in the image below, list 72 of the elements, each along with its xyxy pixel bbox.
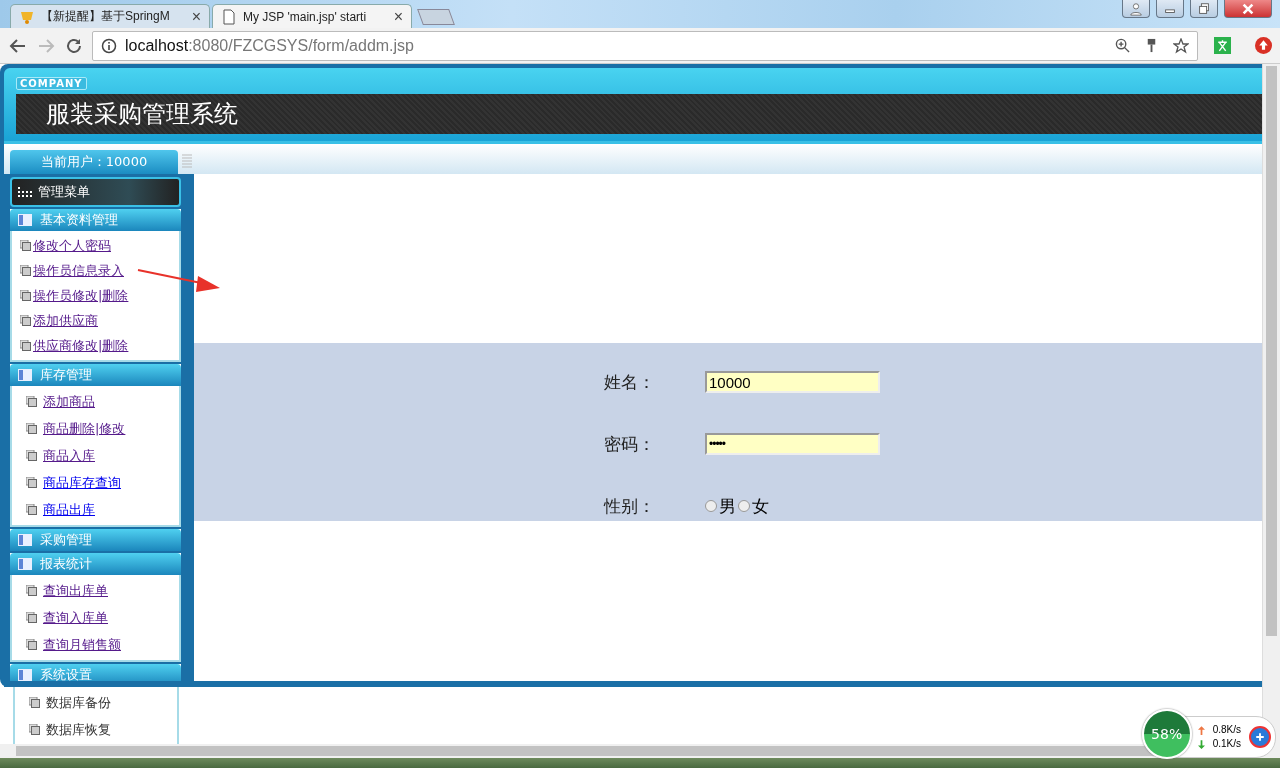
menu-link[interactable]: 查询入库单 [43, 608, 108, 627]
menu-link[interactable]: 商品入库 [43, 446, 95, 465]
menu-link[interactable]: 修改个人密码 [33, 236, 111, 255]
menu-link[interactable]: 商品出库 [43, 500, 95, 519]
menu-link[interactable]: 商品删除|修改 [43, 419, 126, 438]
tab-title: 【新提醒】基于SpringM [41, 8, 171, 25]
menu-link[interactable]: 操作员修改|删除 [33, 286, 129, 305]
current-user: 当前用户：10000 [40, 153, 148, 171]
browser-tab[interactable]: 【新提醒】基于SpringM × [10, 4, 210, 28]
menu-link[interactable]: 商品库存查询 [43, 473, 121, 492]
browser-tab[interactable]: My JSP 'main.jsp' starti × [212, 4, 412, 28]
panel-icon [18, 534, 32, 546]
field-label: 姓名： [604, 370, 656, 394]
page-stack-icon [26, 504, 37, 515]
menu-link[interactable]: 查询出库单 [43, 581, 108, 600]
page-stack-icon [26, 639, 37, 650]
translate-icon[interactable] [1214, 37, 1231, 54]
grip-icon [182, 153, 192, 169]
upload-rate: 0.8K/s [1212, 723, 1241, 737]
memory-gauge: 58% [1141, 709, 1192, 759]
info-icon[interactable] [101, 37, 117, 54]
page-stack-icon [20, 290, 31, 301]
vertical-scrollbar[interactable] [1262, 64, 1280, 744]
close-icon[interactable]: × [191, 7, 201, 26]
menu-item[interactable]: 数据库恢复 [46, 720, 111, 739]
page-stack-icon [29, 697, 40, 708]
address-field[interactable]: localhost:8080/FZCGSYS/form/addm.jsp [92, 30, 1198, 61]
star-icon[interactable] [1173, 37, 1189, 54]
page-stack-icon [20, 265, 31, 276]
menu-link[interactable]: 添加商品 [43, 392, 95, 411]
minimize-icon[interactable] [1156, 0, 1184, 18]
panel-icon [18, 369, 32, 381]
radio-option[interactable]: 女 [738, 494, 769, 518]
page-stack-icon [26, 450, 37, 461]
name-input[interactable]: 10000 [705, 371, 880, 393]
company-badge: COMPANY [16, 77, 87, 90]
page-stack-icon [26, 477, 37, 488]
down-arrow-icon [1197, 739, 1205, 749]
close-icon[interactable] [1224, 0, 1272, 18]
page-stack-icon [26, 612, 37, 623]
upload-icon[interactable] [1255, 37, 1272, 54]
password-input[interactable]: ••••• [705, 433, 880, 455]
menu-link[interactable]: 供应商修改|删除 [33, 336, 129, 355]
download-rate: 0.1K/s [1212, 737, 1241, 751]
panel-icon [18, 558, 32, 570]
panel-icon [18, 669, 32, 681]
page-stack-icon [29, 724, 40, 735]
radio-option[interactable]: 男 [705, 494, 736, 518]
menu-link[interactable]: 查询月销售额 [43, 635, 121, 654]
up-arrow-icon [1197, 725, 1205, 735]
page-stack-icon [20, 315, 31, 326]
system-title: 服装采购管理系统 [46, 99, 238, 130]
zoom-icon[interactable] [1115, 37, 1130, 53]
page-stack-icon [26, 423, 37, 434]
panel-icon [18, 214, 32, 226]
menu-link[interactable]: 操作员信息录入 [33, 261, 124, 280]
field-label: 密码： [604, 432, 656, 456]
page-stack-icon [20, 340, 31, 351]
page-stack-icon [26, 396, 37, 407]
menu-title: 管理菜单 [38, 183, 90, 201]
close-icon[interactable]: × [393, 7, 403, 26]
page-icon [221, 8, 237, 25]
menu-link[interactable]: 添加供应商 [33, 311, 98, 330]
menu-item[interactable]: 数据库备份 [46, 693, 111, 712]
profile-icon[interactable] [1122, 0, 1150, 18]
add-icon[interactable] [1249, 726, 1271, 748]
page-stack-icon [26, 585, 37, 596]
page-stack-icon [20, 240, 31, 251]
field-label: 性别： [604, 494, 656, 518]
restore-icon[interactable] [1190, 0, 1218, 18]
tab-title: My JSP 'main.jsp' starti [243, 9, 368, 24]
grid-icon [18, 187, 32, 197]
